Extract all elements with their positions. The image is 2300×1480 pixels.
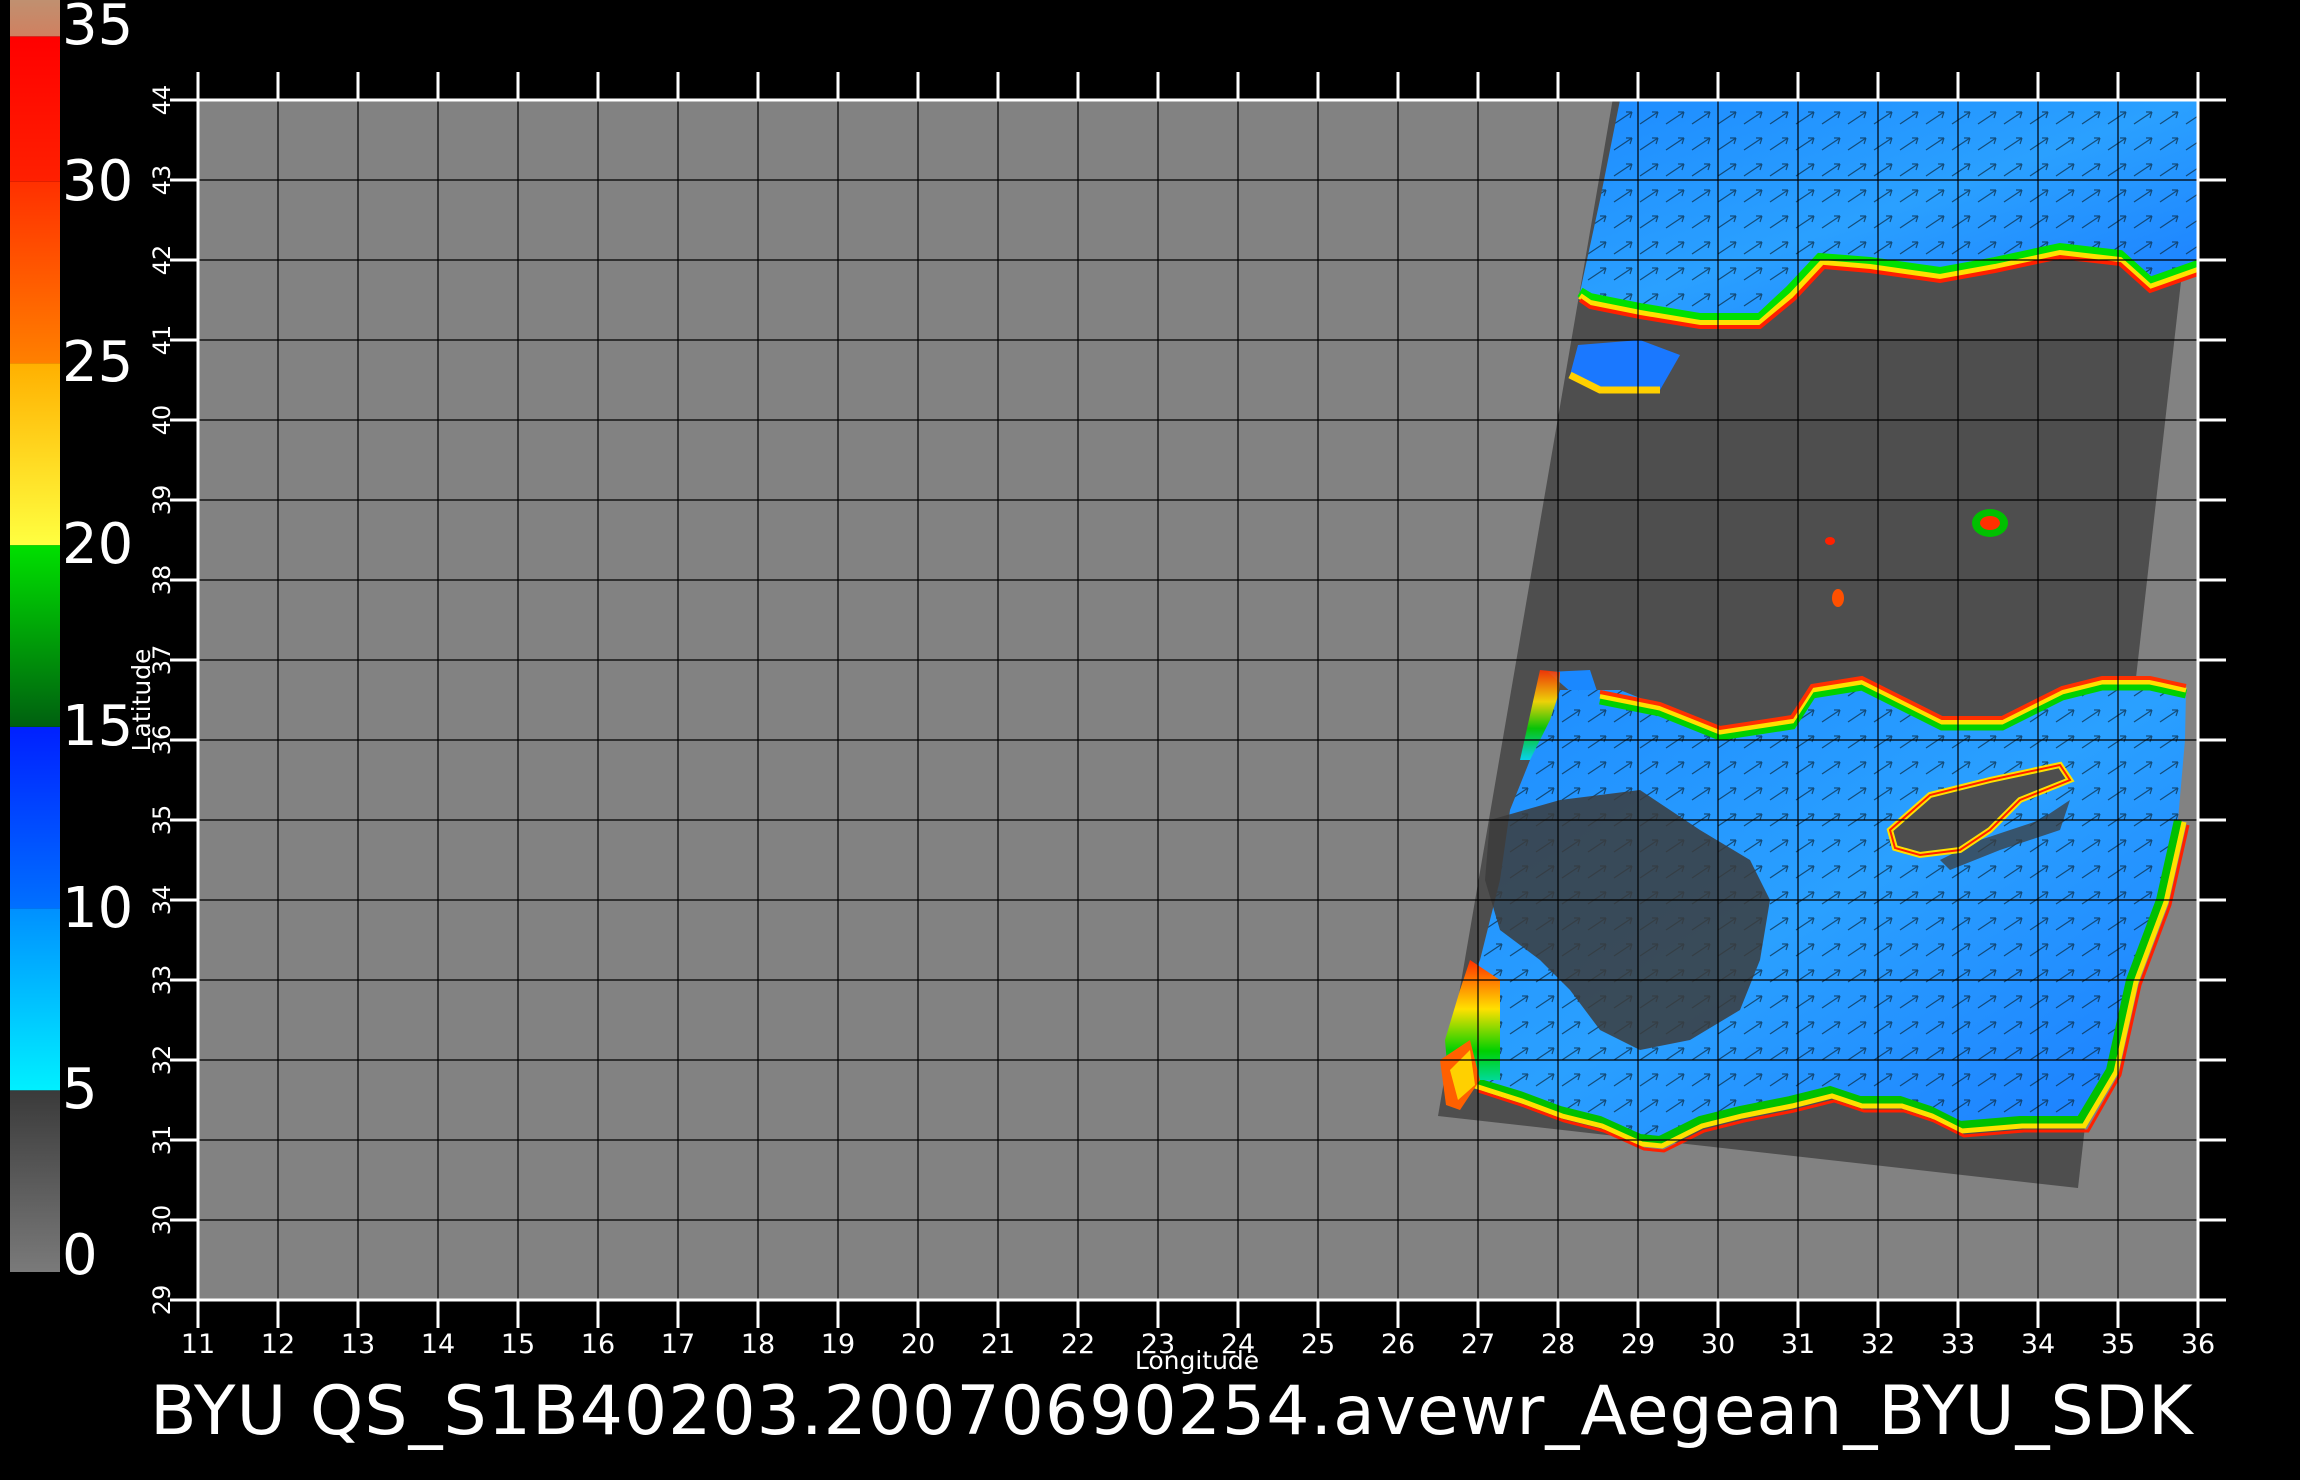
x-tick-label-14: 14 xyxy=(421,1329,455,1360)
y-tick-label-30: 30 xyxy=(148,1205,176,1236)
y-tick-label-31: 31 xyxy=(148,1125,176,1156)
y-tick-label-43: 43 xyxy=(148,165,176,196)
colorbar-band-15-20 xyxy=(10,545,60,727)
x-axis-label: Longitude xyxy=(1135,1346,1259,1375)
x-tick-label-13: 13 xyxy=(341,1329,375,1360)
colorbar xyxy=(10,0,60,1272)
x-tick-label-22: 22 xyxy=(1061,1329,1095,1360)
colorbar-tick-0: 0 xyxy=(62,1223,98,1288)
colorbar-band-20-25 xyxy=(10,363,60,546)
x-tick-label-33: 33 xyxy=(1941,1329,1975,1360)
x-tick-label-18: 18 xyxy=(741,1329,775,1360)
colorbar-tick-15: 15 xyxy=(62,693,134,759)
y-tick-label-29: 29 xyxy=(148,1285,176,1316)
x-tick-label-16: 16 xyxy=(581,1329,615,1360)
colorbar-band-10-15 xyxy=(10,726,60,909)
y-tick-label-32: 32 xyxy=(148,1045,176,1076)
x-tick-label-20: 20 xyxy=(901,1329,935,1360)
image-title: BYU QS_S1B40203.20070690254.avewr_Aegean… xyxy=(150,1372,2194,1451)
x-tick-label-35: 35 xyxy=(2101,1329,2135,1360)
colorbar-tick-10: 10 xyxy=(62,875,134,941)
x-tick-label-28: 28 xyxy=(1541,1329,1575,1360)
x-tick-label-17: 17 xyxy=(661,1329,695,1360)
y-tick-label-44: 44 xyxy=(148,85,176,116)
x-tick-label-30: 30 xyxy=(1701,1329,1735,1360)
x-tick-label-27: 27 xyxy=(1461,1329,1495,1360)
y-tick-label-33: 33 xyxy=(148,965,176,996)
colorbar-tick-35: 35 xyxy=(62,0,134,58)
x-tick-label-34: 34 xyxy=(2021,1329,2055,1360)
y-tick-label-35: 35 xyxy=(148,805,176,836)
colorbar-band-30-34 xyxy=(10,36,60,182)
y-tick-label-42: 42 xyxy=(148,245,176,276)
x-tick-label-25: 25 xyxy=(1301,1329,1335,1360)
map-figure: 11 12 13 14 15 16 17 18 19 20 21 22 23 24 25 26 27 28 29 30… xyxy=(10,0,2226,1375)
x-tick-label-15: 15 xyxy=(501,1329,535,1360)
x-tick-label-31: 31 xyxy=(1781,1329,1815,1360)
x-tick-label-29: 29 xyxy=(1621,1329,1655,1360)
y-tick-label-39: 39 xyxy=(148,485,176,516)
colorbar-band-5-10 xyxy=(10,908,60,1091)
wind-field-mediterranean xyxy=(1440,670,2190,1153)
colorbar-band-34-35 xyxy=(10,0,60,37)
colorbar-band-0-5 xyxy=(10,1090,60,1272)
y-tick-label-38: 38 xyxy=(148,565,176,596)
x-tick-label-26: 26 xyxy=(1381,1329,1415,1360)
colorbar-tick-30: 30 xyxy=(62,148,134,214)
x-tick-label-36: 36 xyxy=(2181,1329,2215,1360)
colorbar-tick-20: 20 xyxy=(62,512,134,578)
x-tick-label-11: 11 xyxy=(181,1329,215,1360)
y-tick-label-34: 34 xyxy=(148,885,176,916)
x-tick-label-12: 12 xyxy=(261,1329,295,1360)
y-tick-label-41: 41 xyxy=(148,325,176,356)
colorbar-tick-25: 25 xyxy=(62,330,134,396)
x-tick-label-32: 32 xyxy=(1861,1329,1895,1360)
x-tick-label-21: 21 xyxy=(981,1329,1015,1360)
y-tick-label-40: 40 xyxy=(148,405,176,436)
colorbar-tick-5: 5 xyxy=(62,1057,98,1123)
colorbar-band-25-30 xyxy=(10,181,60,364)
x-tick-label-19: 19 xyxy=(821,1329,855,1360)
